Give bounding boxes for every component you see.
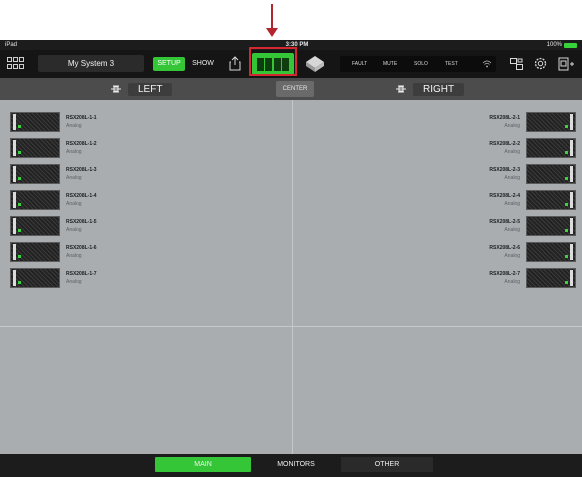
right-speaker-1[interactable]: RSX208L-2-1 Analog [436, 112, 576, 132]
test-indicator: TEST [445, 61, 458, 67]
speaker-cabinet-icon [526, 242, 576, 262]
center-button[interactable]: CENTER [276, 81, 314, 97]
bottom-tab-bar: MAIN MONITORS OTHER [0, 454, 582, 477]
speaker-input-type: Analog [504, 279, 520, 285]
vertical-divider [292, 100, 293, 454]
horizontal-divider [0, 326, 582, 327]
show-button[interactable]: SHOW [188, 57, 218, 71]
right-speaker-2[interactable]: RSX208L-2-2 Analog [436, 138, 576, 158]
tab-monitors[interactable]: MONITORS [251, 457, 341, 472]
speaker-input-type: Analog [66, 149, 82, 155]
speaker-name: RSX208L-1-7 [66, 271, 97, 277]
speaker-input-type: Analog [66, 227, 82, 233]
speaker-group-icon [396, 85, 406, 93]
left-speaker-4[interactable]: RSX208L-1-4 Analog [10, 190, 150, 210]
left-speaker-1[interactable]: RSX208L-1-1 Analog [10, 112, 150, 132]
speaker-cabinet-icon [526, 216, 576, 236]
left-speaker-3[interactable]: RSX208L-1-3 Analog [10, 164, 150, 184]
speaker-name: RSX208L-2-3 [489, 167, 520, 173]
left-speaker-6[interactable]: RSX208L-1-6 Analog [10, 242, 150, 262]
speaker-cabinet-icon [10, 164, 60, 184]
share-icon[interactable] [229, 56, 241, 71]
speaker-name: RSX208L-1-6 [66, 245, 97, 251]
right-speaker-6[interactable]: RSX208L-2-6 Analog [436, 242, 576, 262]
battery-percent: 100% [546, 42, 562, 48]
annotation-highlight-box [249, 47, 297, 76]
left-side-name: LEFT [128, 82, 173, 96]
speaker-input-type: Analog [504, 123, 520, 129]
speaker-input-type: Analog [504, 253, 520, 259]
speaker-input-type: Analog [504, 175, 520, 181]
speaker-cabinet-icon [10, 138, 60, 158]
speaker-cabinet-icon [526, 138, 576, 158]
speaker-cabinet-icon [526, 112, 576, 132]
speaker-cabinet-icon [10, 190, 60, 210]
ipad-screen: iPad 3:30 PM 100% My System 3 SETUP SHOW [0, 40, 582, 477]
gear-icon[interactable] [533, 56, 548, 71]
layout-icon[interactable] [510, 58, 523, 70]
speaker-cabinet-icon [10, 216, 60, 236]
speaker-cabinet-icon [526, 268, 576, 288]
speaker-input-type: Analog [66, 253, 82, 259]
speaker-name: RSX208L-2-1 [489, 115, 520, 121]
left-speaker-5[interactable]: RSX208L-1-5 Analog [10, 216, 150, 236]
speaker-input-type: Analog [504, 201, 520, 207]
speaker-input-type: Analog [504, 149, 520, 155]
speaker-name: RSX208L-1-1 [66, 115, 97, 121]
speaker-view-icon[interactable] [305, 55, 325, 73]
annotation-arrow [271, 4, 273, 30]
left-side-label[interactable]: LEFT [110, 82, 173, 96]
speaker-input-type: Analog [66, 175, 82, 181]
right-side-name: RIGHT [413, 82, 465, 96]
tab-other[interactable]: OTHER [341, 457, 433, 472]
speaker-input-type: Analog [504, 227, 520, 233]
speaker-name: RSX208L-2-2 [489, 141, 520, 147]
speaker-name: RSX208L-1-4 [66, 193, 97, 199]
right-speaker-5[interactable]: RSX208L-2-5 Analog [436, 216, 576, 236]
solo-indicator: SOLO [414, 61, 428, 67]
status-indicator-panel: FAULT MUTE SOLO TEST [340, 56, 496, 72]
speaker-cabinet-icon [10, 268, 60, 288]
left-speaker-2[interactable]: RSX208L-1-2 Analog [10, 138, 150, 158]
fault-indicator: FAULT [352, 61, 368, 67]
speaker-input-type: Analog [66, 201, 82, 207]
right-speaker-7[interactable]: RSX208L-2-7 Analog [436, 268, 576, 288]
right-speaker-4[interactable]: RSX208L-2-4 Analog [436, 190, 576, 210]
systems-grid-icon[interactable] [7, 57, 25, 71]
speaker-name: RSX208L-2-6 [489, 245, 520, 251]
speaker-input-type: Analog [66, 123, 82, 129]
speaker-name: RSX208L-2-7 [489, 271, 520, 277]
carrier-label: iPad [5, 42, 18, 48]
speaker-cabinet-icon [526, 164, 576, 184]
battery-icon [564, 43, 577, 48]
speaker-name: RSX208L-1-2 [66, 141, 97, 147]
system-name[interactable]: My System 3 [38, 55, 144, 72]
right-speaker-3[interactable]: RSX208L-2-3 Analog [436, 164, 576, 184]
speaker-cabinet-icon [10, 242, 60, 262]
right-side-label[interactable]: RIGHT [395, 82, 465, 96]
wifi-icon [482, 60, 492, 68]
setup-button[interactable]: SETUP [153, 57, 185, 71]
left-speaker-7[interactable]: RSX208L-1-7 Analog [10, 268, 150, 288]
add-device-icon[interactable] [558, 56, 574, 72]
mute-indicator: MUTE [383, 61, 398, 67]
speaker-input-type: Analog [66, 279, 82, 285]
speaker-name: RSX208L-2-5 [489, 219, 520, 225]
speaker-name: RSX208L-1-3 [66, 167, 97, 173]
speaker-cabinet-icon [10, 112, 60, 132]
speaker-group-icon [111, 85, 121, 93]
speaker-name: RSX208L-2-4 [489, 193, 520, 199]
tab-main[interactable]: MAIN [155, 457, 251, 472]
annotation-arrow-head [266, 28, 278, 37]
speaker-cabinet-icon [526, 190, 576, 210]
speaker-name: RSX208L-1-5 [66, 219, 97, 225]
